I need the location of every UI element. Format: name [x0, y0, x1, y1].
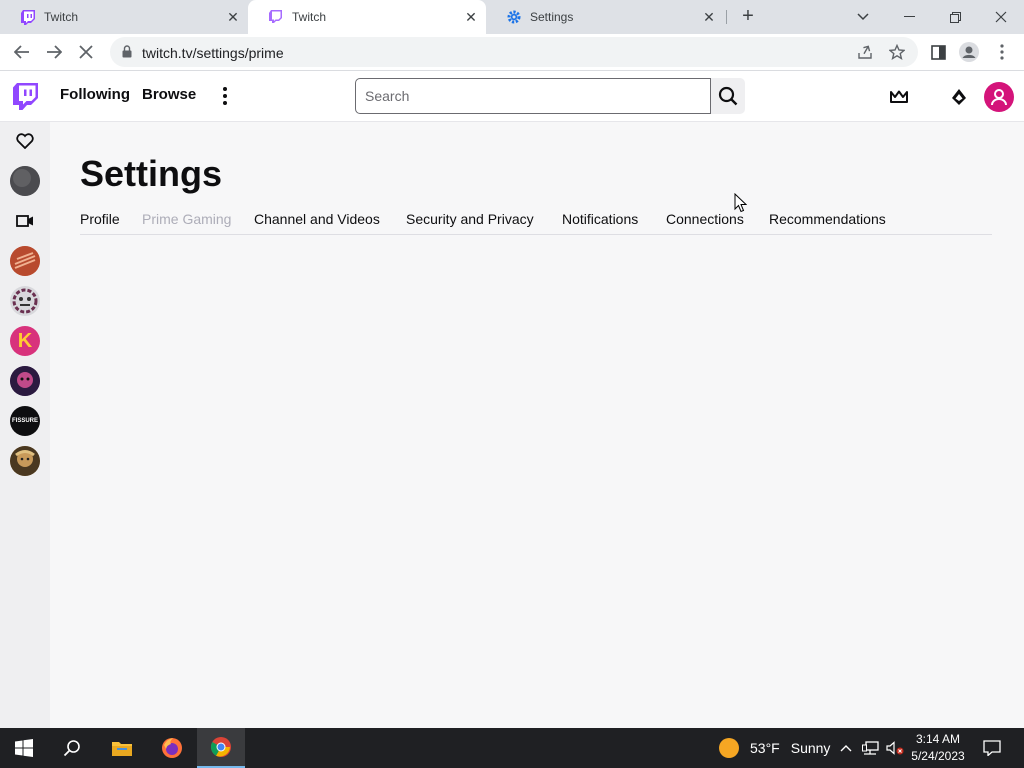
firefox-icon[interactable]: [148, 728, 196, 768]
weather-widget[interactable]: 53°F Sunny: [719, 728, 830, 768]
search-field[interactable]: [355, 78, 711, 114]
user-icon: [991, 89, 1007, 106]
channel-avatar[interactable]: [10, 366, 40, 396]
mouse-pointer-icon: [734, 192, 748, 218]
tab-recommendations[interactable]: Recommendations: [769, 211, 886, 227]
tab-security-and-privacy[interactable]: Security and Privacy: [406, 211, 534, 227]
sun-icon: [719, 738, 739, 758]
browser-toolbar: twitch.tv/settings/prime: [0, 34, 1024, 71]
twitch-favicon-icon: [20, 9, 36, 25]
tab-title: Twitch: [44, 10, 79, 24]
channel-avatar[interactable]: [10, 286, 40, 316]
video-camera-icon[interactable]: [15, 211, 35, 231]
twitch-top-nav: Following Browse: [0, 71, 1024, 122]
search-icon: [718, 86, 738, 106]
tab-connections[interactable]: Connections: [666, 211, 744, 227]
close-tab-icon[interactable]: ✕: [702, 10, 716, 24]
minimize-button[interactable]: [886, 0, 932, 34]
browser-tab-settings[interactable]: Settings ✕: [486, 0, 724, 34]
tab-profile[interactable]: Profile: [80, 211, 120, 227]
forward-arrow-icon[interactable]: [42, 40, 66, 64]
chrome-menu-icon[interactable]: [990, 40, 1014, 64]
file-explorer-icon[interactable]: [98, 728, 146, 768]
tab-search-chevron-icon[interactable]: [840, 0, 886, 34]
close-tab-icon[interactable]: ✕: [464, 10, 478, 24]
search-input[interactable]: [356, 79, 710, 113]
share-icon[interactable]: [857, 44, 873, 60]
channel-avatar[interactable]: [10, 246, 40, 276]
followed-channels-sidebar: K FISSURE: [0, 122, 50, 728]
more-options-icon[interactable]: [217, 84, 233, 108]
settings-main: Settings Profile Prime Gaming Channel an…: [50, 122, 1024, 728]
windows-taskbar: 53°F Sunny 3:14 AM 5/24/2023: [0, 728, 1024, 768]
heart-icon[interactable]: [15, 131, 35, 151]
chrome-taskbar-icon[interactable]: [197, 728, 245, 768]
side-panel-icon[interactable]: [926, 40, 950, 64]
new-tab-button[interactable]: +: [737, 6, 759, 28]
speaker-muted-icon[interactable]: [885, 728, 905, 768]
following-link[interactable]: Following: [60, 86, 130, 103]
user-avatar[interactable]: [984, 82, 1014, 112]
channel-initial: K: [17, 329, 33, 352]
lock-icon: [122, 45, 132, 63]
url-text: twitch.tv/settings/prime: [142, 45, 284, 61]
channel-avatar[interactable]: K: [10, 326, 40, 356]
close-window-button[interactable]: [978, 0, 1024, 34]
tab-channel-and-videos[interactable]: Channel and Videos: [254, 211, 380, 227]
tab-title: Settings: [530, 10, 574, 24]
browser-tab-strip: Twitch ✕ Twitch ✕ Settings ✕ +: [0, 0, 1024, 34]
browser-tab-twitch-2[interactable]: Twitch ✕: [248, 0, 486, 34]
tab-divider: [726, 10, 727, 24]
bookmark-star-icon[interactable]: [889, 44, 905, 60]
channel-avatar[interactable]: [10, 166, 40, 196]
gear-icon: [506, 9, 522, 25]
channel-avatar[interactable]: [10, 446, 40, 476]
bits-diamond-icon[interactable]: [947, 85, 971, 109]
tab-title: Twitch: [292, 10, 327, 24]
search-icon[interactable]: [48, 728, 96, 768]
back-arrow-icon[interactable]: [10, 40, 34, 64]
clock-time: 3:14 AM: [915, 732, 961, 746]
search-button[interactable]: [711, 78, 745, 114]
twitch-loading-favicon-icon: [268, 9, 284, 25]
page-title: Settings: [80, 153, 223, 194]
settings-tab-bar: Profile Prime Gaming Channel and Videos …: [80, 211, 992, 235]
browser-tab-twitch-1[interactable]: Twitch ✕: [0, 0, 248, 34]
channel-initial: FISSURE: [11, 418, 38, 424]
system-clock[interactable]: 3:14 AM 5/24/2023: [905, 731, 971, 765]
show-hidden-icons-chevron-icon[interactable]: [838, 728, 854, 768]
network-icon[interactable]: [861, 728, 881, 768]
close-tab-icon[interactable]: ✕: [226, 10, 240, 24]
stop-loading-icon[interactable]: [74, 40, 98, 64]
temperature-text: 53°F: [750, 740, 780, 756]
clock-date: 5/24/2023: [911, 749, 965, 763]
prime-crown-icon[interactable]: [887, 85, 911, 109]
tab-notifications[interactable]: Notifications: [562, 211, 638, 227]
restore-button[interactable]: [932, 0, 978, 34]
weather-condition-text: Sunny: [790, 740, 831, 756]
browse-link[interactable]: Browse: [142, 86, 196, 103]
address-bar[interactable]: twitch.tv/settings/prime: [110, 37, 918, 67]
tab-prime-gaming[interactable]: Prime Gaming: [142, 211, 231, 227]
windows-start-icon[interactable]: [0, 728, 48, 768]
profile-icon[interactable]: [957, 40, 981, 64]
twitch-logo-icon[interactable]: [13, 83, 38, 115]
notifications-icon[interactable]: [980, 728, 1004, 768]
channel-avatar[interactable]: FISSURE: [10, 406, 40, 436]
